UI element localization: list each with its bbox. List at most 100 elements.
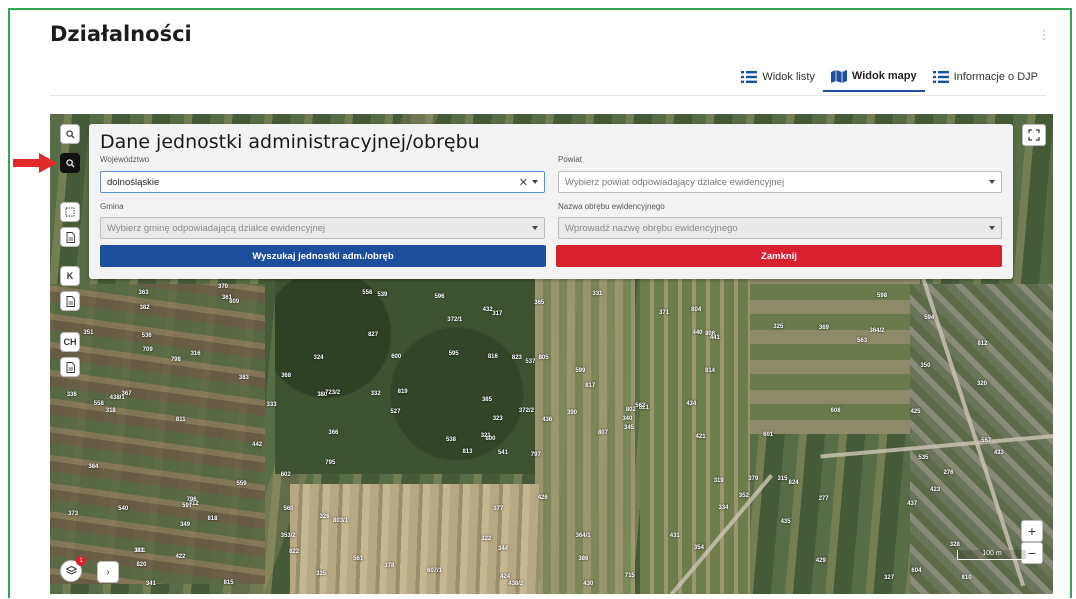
search-admin-unit-button[interactable]: Wyszukaj jednostki adm./obręb xyxy=(100,245,546,267)
parcel-label: 561 xyxy=(353,556,364,563)
parcel-label: 364/1 xyxy=(575,533,591,540)
parcel-label: 536 xyxy=(141,332,152,339)
parcel-label: 421 xyxy=(695,433,706,440)
parcel-label: 363 xyxy=(138,290,149,297)
fullscreen-button[interactable] xyxy=(1022,124,1046,146)
parcel-label: 600 xyxy=(391,353,402,360)
chevron-down-icon[interactable] xyxy=(532,226,538,230)
parcel-label: 435 xyxy=(780,518,791,525)
chevron-right-icon: › xyxy=(106,566,110,578)
parcel-label: 709 xyxy=(142,347,153,354)
parcel-label: 595 xyxy=(448,350,459,357)
parcel-label: 819 xyxy=(397,389,408,396)
map-forest xyxy=(275,274,535,474)
map-field xyxy=(535,274,635,594)
k-layer-tool[interactable]: K xyxy=(60,266,80,286)
kebab-icon[interactable]: · · · xyxy=(1042,24,1046,44)
chevron-down-icon[interactable] xyxy=(989,226,995,230)
parcel-label: 598 xyxy=(877,292,888,299)
document-tool[interactable] xyxy=(60,227,80,247)
parcel-label: 351 xyxy=(83,330,94,337)
tab-djp-info[interactable]: Informacje o DJP xyxy=(925,62,1046,92)
obreb-placeholder: Wprowadź nazwę obrębu ewidencyjnego xyxy=(565,222,738,234)
obreb-select[interactable]: Wprowadź nazwę obrębu ewidencyjnego xyxy=(558,217,1002,239)
zoom-in-button[interactable]: + xyxy=(1021,520,1043,542)
select-area-icon xyxy=(65,207,75,217)
parcel-label: 537 xyxy=(525,359,536,366)
gmina-placeholder: Wybierz gminę odpowiadającą działce ewid… xyxy=(107,222,326,234)
parcel-label: 814 xyxy=(704,368,715,375)
parcel-label: 341 xyxy=(145,581,156,588)
parcel-label: 429 xyxy=(815,558,826,565)
parcel-label: 810 xyxy=(961,574,972,581)
layers-icon xyxy=(65,566,77,575)
parcel-label: 795 xyxy=(325,459,336,466)
parcel-label: 438/2 xyxy=(508,581,524,588)
select-area-tool[interactable] xyxy=(60,202,80,222)
parcel-label: 798 xyxy=(170,357,181,364)
parcel-label: 559 xyxy=(236,481,247,488)
page-title: Działalności xyxy=(50,22,192,46)
parcel-label: 560 xyxy=(283,505,294,512)
parcel-label: 557 xyxy=(981,438,992,445)
clear-icon[interactable]: ✕ xyxy=(519,176,528,189)
parcel-label: 349 xyxy=(180,521,191,528)
layers-count-badge: 1 xyxy=(76,556,86,566)
parcel-label: 426 xyxy=(537,494,548,501)
parcel-label: 599 xyxy=(575,367,586,374)
parcel-label: 345 xyxy=(623,424,634,431)
parcel-label: 277 xyxy=(818,496,829,503)
parcel-label: 336 xyxy=(66,391,77,398)
k-document-tool[interactable] xyxy=(60,291,80,311)
document-icon xyxy=(66,231,75,243)
chevron-down-icon[interactable] xyxy=(989,180,995,184)
list-icon xyxy=(741,71,758,83)
document-icon xyxy=(66,361,75,373)
parcel-label: 369 xyxy=(818,324,829,331)
parcel-label: 596 xyxy=(434,293,445,300)
pointer-arrow-icon xyxy=(13,153,57,173)
chevron-down-icon[interactable] xyxy=(532,180,538,184)
parcel-label: 432 xyxy=(482,306,493,313)
ch-document-tool[interactable] xyxy=(60,357,80,377)
powiat-label: Powiat xyxy=(558,155,583,164)
parcel-label: 823 xyxy=(511,354,522,361)
wojewodztwo-select[interactable]: dolnośląskie ✕ xyxy=(100,171,545,193)
parcel-label: 803/1 xyxy=(333,518,349,525)
parcel-label: 602 xyxy=(280,472,291,479)
parcel-label: 322 xyxy=(481,535,492,542)
parcel-label: 368 xyxy=(281,372,292,379)
search-tool[interactable] xyxy=(60,124,80,144)
tab-map-view[interactable]: Widok mapy xyxy=(822,62,925,92)
parcel-label: 824 xyxy=(788,479,799,486)
ch-layer-tool[interactable]: CH xyxy=(60,332,80,352)
expand-icon xyxy=(1028,129,1040,141)
parcel-label: 827 xyxy=(368,331,379,338)
tab-list-view[interactable]: Widok listy xyxy=(733,62,823,92)
parcel-label: 604 xyxy=(911,568,922,575)
parcel-label: 344 xyxy=(498,545,509,552)
search-icon xyxy=(65,129,75,139)
parcel-label: 816 xyxy=(487,353,498,360)
tab-label: Widok listy xyxy=(762,71,815,83)
parcel-label: 326 xyxy=(319,513,330,520)
expand-panel-button[interactable]: › xyxy=(97,561,119,583)
parcel-label: 608 xyxy=(830,407,841,414)
close-panel-button[interactable]: Zamknij xyxy=(556,245,1002,267)
parcel-label: 820 xyxy=(136,561,147,568)
parcel-label: 811 xyxy=(175,417,186,424)
parcel-label: 817 xyxy=(585,383,596,390)
gmina-select[interactable]: Wybierz gminę odpowiadającą działce ewid… xyxy=(100,217,545,239)
parcel-label: 423 xyxy=(930,487,941,494)
powiat-select[interactable]: Wybierz powiat odpowiadający działce ewi… xyxy=(558,171,1002,193)
parcel-label: 433 xyxy=(993,450,1004,457)
map-field xyxy=(50,284,265,584)
parcel-label: 822 xyxy=(289,549,300,556)
parcel-label: 317 xyxy=(492,311,503,318)
gmina-label: Gmina xyxy=(100,202,124,211)
tab-divider xyxy=(50,95,1046,96)
parcel-label: 385 xyxy=(481,397,492,404)
search-admin-unit-tool[interactable] xyxy=(60,153,80,173)
parcel-label: 340 xyxy=(622,416,633,423)
parcel-label: 601 xyxy=(763,431,774,438)
